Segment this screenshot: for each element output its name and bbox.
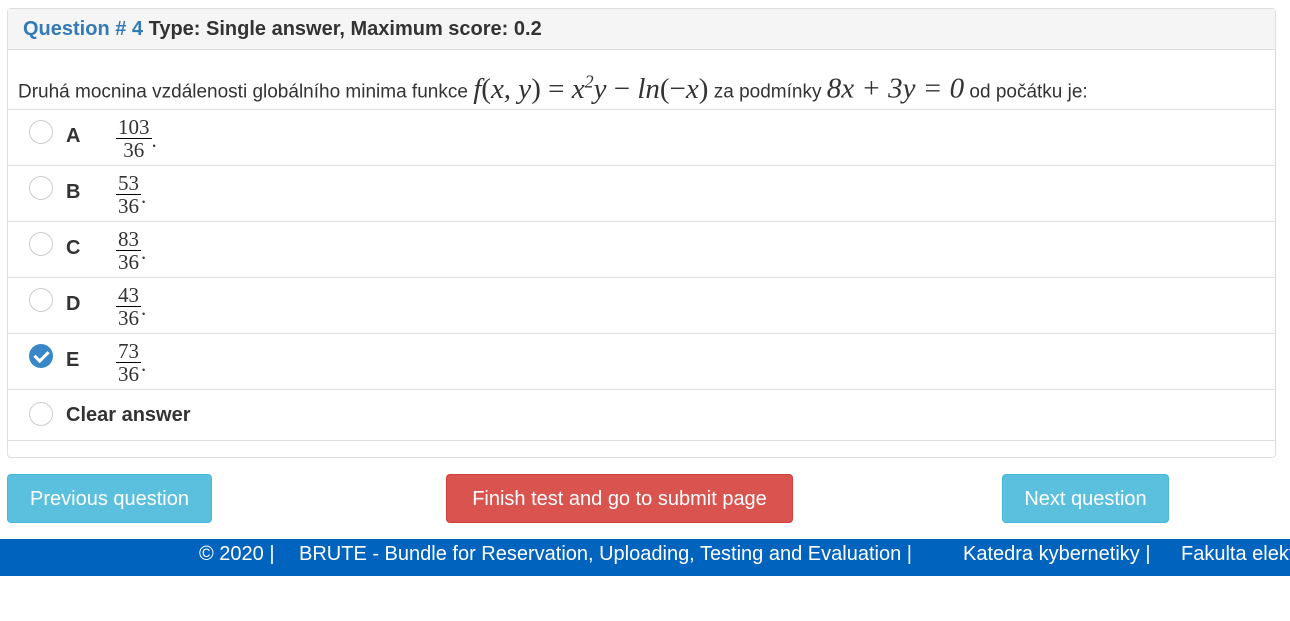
question-header: Question # 4 Type: Single answer, Maximu… [8, 9, 1275, 50]
question-text: Druhá mocnina vzdálenosti globálního min… [8, 50, 1275, 109]
radio-checked-icon[interactable] [29, 344, 53, 368]
question-text-before: Druhá mocnina vzdálenosti globálního min… [18, 81, 468, 103]
option-label: E [66, 349, 80, 371]
constraint: 8x + 3y = 0 [826, 72, 965, 105]
footer-katedra-link[interactable]: Katedra kybernetiky | [963, 539, 1151, 570]
next-question-button[interactable]: Next question [1002, 474, 1169, 523]
previous-question-button[interactable]: Previous question [7, 474, 212, 523]
denominator: 36 [118, 250, 139, 274]
radio[interactable] [29, 232, 53, 256]
clear-answer-label: Clear answer [66, 404, 191, 426]
denominator: 36 [123, 138, 145, 162]
denominator: 36 [118, 306, 139, 330]
option-label: A [66, 125, 81, 147]
option-fraction: 43 36. [116, 283, 147, 330]
option-fraction: 53 36. [116, 171, 147, 218]
question-text-after: od počátku je: [969, 81, 1088, 103]
option-a[interactable]: A 103 36. [7, 110, 1276, 166]
option-fraction: 103 36. [116, 115, 157, 162]
option-e[interactable]: E 73 36. [7, 334, 1276, 390]
footer-brute-link[interactable]: BRUTE - Bundle for Reservation, Uploadin… [299, 539, 912, 570]
option-label: D [66, 293, 81, 315]
numerator: 73 [116, 339, 141, 363]
clear-answer-option[interactable]: Clear answer [7, 390, 1276, 441]
radio[interactable] [29, 176, 53, 200]
question-text-middle: za podmínky [713, 81, 822, 103]
denominator: 36 [118, 194, 139, 218]
option-label: B [66, 181, 81, 203]
formula: f(x, y) = x2y − ln(−x) [473, 71, 709, 105]
numerator: 53 [116, 171, 141, 195]
footer-fakulta-link[interactable]: Fakulta elektrotechnická [1181, 539, 1290, 570]
question-number: Question # 4 [23, 18, 144, 40]
radio-clear[interactable] [29, 402, 53, 426]
option-label: C [66, 237, 81, 259]
numerator: 103 [116, 115, 152, 139]
option-d[interactable]: D 43 36. [7, 278, 1276, 334]
option-fraction: 73 36. [116, 339, 147, 386]
radio[interactable] [29, 288, 53, 312]
radio[interactable] [29, 120, 53, 144]
option-c[interactable]: C 83 36. [7, 222, 1276, 278]
numerator: 43 [116, 283, 141, 307]
answer-options: A 103 36. B 53 36. C 83 36. D 43 36. E 73 36. [7, 109, 1276, 390]
question-panel: Question # 4 Type: Single answer, Maximu… [7, 8, 1276, 458]
numerator: 83 [116, 227, 141, 251]
footer-copyright: © 2020 | [199, 543, 275, 565]
option-b[interactable]: B 53 36. [7, 166, 1276, 222]
finish-test-button[interactable]: Finish test and go to submit page [446, 474, 793, 523]
footer: © 2020 | BRUTE - Bundle for Reservation,… [0, 539, 1290, 576]
option-fraction: 83 36. [116, 227, 147, 274]
denominator: 36 [118, 362, 139, 386]
question-type: Type: Single answer, Maximum score: 0.2 [148, 18, 542, 40]
